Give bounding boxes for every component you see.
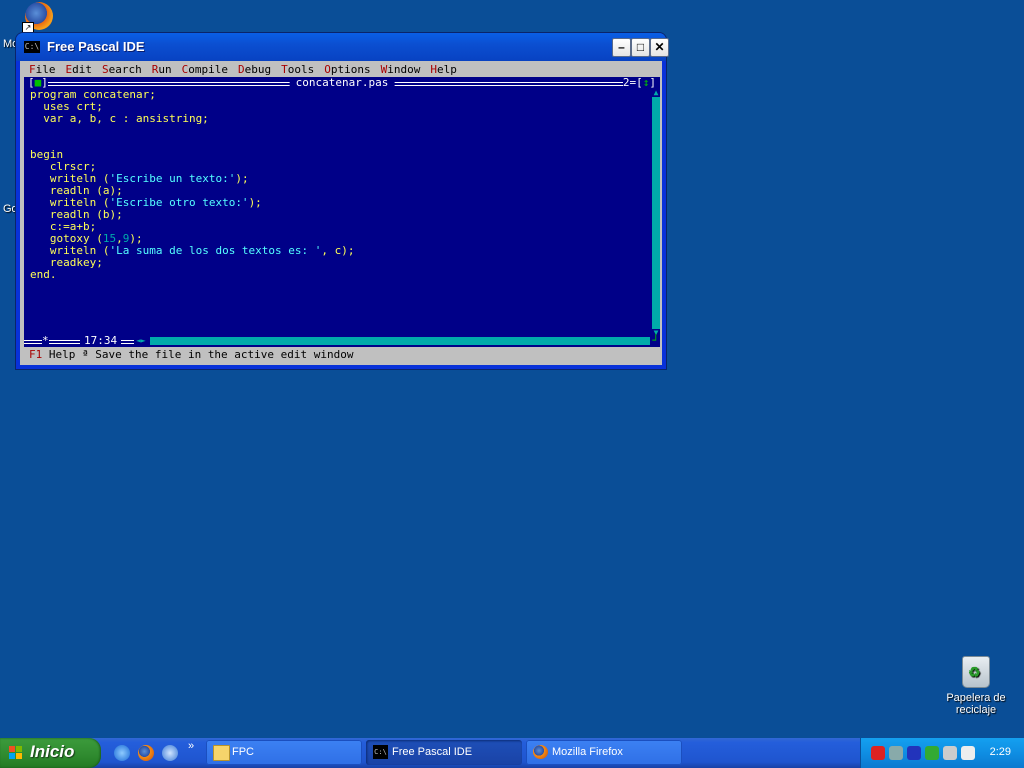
scroll-left-arrow-icon[interactable]: ◄►	[136, 337, 150, 345]
status-hint: Help ª Save the file in the active edit …	[42, 348, 354, 361]
security-shield-icon[interactable]	[871, 746, 885, 760]
network-icon[interactable]	[889, 746, 903, 760]
menu-item-run[interactable]: Run	[152, 63, 172, 76]
folder-icon	[213, 745, 230, 761]
free-pascal-ide-window: C:\ Free Pascal IDE – □ ✕ File Edit Search…	[16, 33, 669, 369]
minimize-button[interactable]: –	[612, 38, 631, 57]
ide-screen: File Edit Search Run Compile Debug Tools Option…	[23, 63, 661, 361]
close-button[interactable]: ✕	[650, 38, 669, 57]
menu-item-search[interactable]: Search	[102, 63, 142, 76]
ide-menubar: File Edit Search Run Compile Debug Tools Option…	[23, 63, 661, 76]
system-tray: 2:29	[860, 738, 1024, 768]
recycle-bin-graphic: ♻	[962, 656, 990, 688]
code-line[interactable]	[30, 125, 355, 137]
clock[interactable]: 2:29	[990, 746, 1011, 758]
messenger-icon[interactable]	[961, 746, 975, 760]
task-label: Mozilla Firefox	[552, 746, 623, 758]
code-editor[interactable]: [■] concatenar.pas 2=[↕] program concate…	[23, 76, 661, 348]
recycle-bin-label: Papelera de reciclaje	[946, 692, 1006, 716]
cursor-position: 17:34	[80, 335, 122, 347]
firefox-desktop-icon[interactable]: ↗	[22, 0, 56, 34]
vertical-scrollbar[interactable]: ▲ ▼	[652, 89, 660, 337]
resize-corner-icon[interactable]: ┘	[652, 335, 659, 347]
task-label: FPC	[232, 746, 254, 758]
editor-filename: concatenar.pas	[289, 77, 395, 89]
internet-explorer-icon[interactable]	[114, 745, 130, 761]
scroll-up-arrow-icon[interactable]: ▲	[652, 89, 660, 97]
windows-flag-icon	[9, 746, 23, 760]
code-text[interactable]: program concatenar; uses crt; var a, b, …	[30, 89, 355, 281]
editor-frame-bottom: * 17:34 ◄► ┘	[24, 335, 660, 347]
update-icon[interactable]	[925, 746, 939, 760]
start-button[interactable]: Inicio	[0, 738, 101, 768]
task-mozilla-firefox[interactable]: Mozilla Firefox	[526, 740, 682, 765]
menu-item-tools[interactable]: Tools	[281, 63, 314, 76]
taskbar: Inicio » FPC C:\ Free Pascal IDE Mozilla…	[0, 738, 1024, 768]
console-icon[interactable]: C:\	[24, 41, 40, 53]
menu-item-debug[interactable]: Debug	[238, 63, 271, 76]
modified-indicator: *	[42, 334, 49, 347]
menu-item-file[interactable]: File	[29, 63, 56, 76]
menu-item-help[interactable]: Help	[430, 63, 457, 76]
task-label: Free Pascal IDE	[392, 746, 473, 758]
firefox-icon	[533, 745, 548, 759]
browser-icon[interactable]	[162, 745, 178, 761]
window-title: Free Pascal IDE	[47, 39, 145, 54]
menu-item-options[interactable]: Options	[324, 63, 370, 76]
volume-icon[interactable]	[943, 746, 957, 760]
menu-item-compile[interactable]: Compile	[182, 63, 228, 76]
task-fpc[interactable]: FPC	[206, 740, 362, 765]
settings-icon[interactable]	[907, 746, 921, 760]
recycle-bin-icon[interactable]: ♻ Papelera de reciclaje	[940, 656, 1012, 716]
code-line[interactable]: readkey;	[30, 257, 355, 269]
code-line[interactable]	[30, 137, 355, 149]
horizontal-scrollbar[interactable]: ◄►	[136, 337, 650, 345]
ide-statusbar: F1 Help ª Save the file in the active ed…	[23, 348, 661, 361]
status-f1-key[interactable]: F1	[29, 348, 42, 361]
maximize-button[interactable]: □	[631, 38, 650, 57]
task-free-pascal-ide[interactable]: C:\ Free Pascal IDE	[366, 740, 522, 765]
firefox-icon[interactable]	[138, 745, 154, 761]
editor-window-number[interactable]: 2=[↕]	[622, 77, 656, 89]
menu-item-edit[interactable]: Edit	[66, 63, 93, 76]
code-line[interactable]: end.	[30, 269, 355, 281]
window-titlebar[interactable]: C:\ Free Pascal IDE – □ ✕	[16, 33, 669, 61]
console-icon: C:\	[373, 745, 388, 759]
menu-item-window[interactable]: Window	[381, 63, 421, 76]
start-label: Inicio	[30, 742, 75, 761]
code-line[interactable]: var a, b, c : ansistring;	[30, 113, 355, 125]
quicklaunch-chevron-icon[interactable]: »	[188, 740, 194, 752]
window-client-area: File Edit Search Run Compile Debug Tools Option…	[20, 61, 662, 365]
